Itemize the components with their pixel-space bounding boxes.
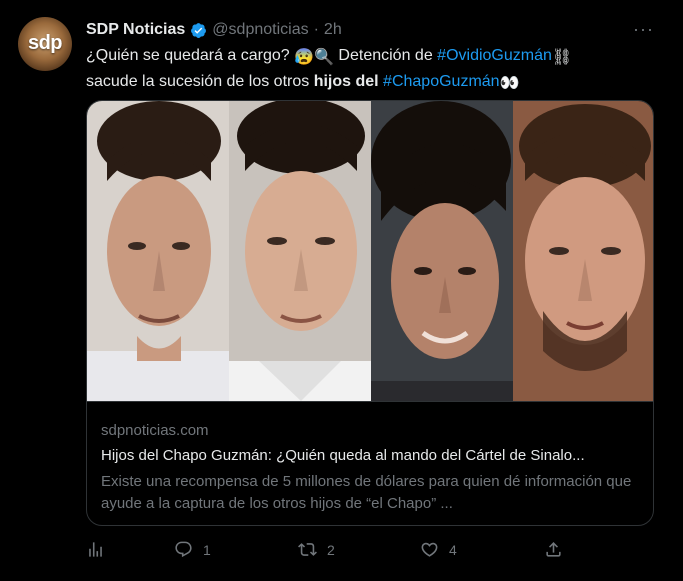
display-name[interactable]: SDP Noticias <box>86 21 185 39</box>
tweet-text-part: Detención de <box>333 47 438 64</box>
retweet-count: 2 <box>327 541 335 558</box>
avatar[interactable]: sdp <box>18 17 72 71</box>
reply-icon <box>175 541 192 558</box>
worried-search-emoji: 😰🔍 <box>294 49 334 66</box>
hashtag-ovidio[interactable]: #OvidioGuzmán <box>437 47 552 64</box>
retweet-button[interactable]: 2 <box>298 540 335 559</box>
retweet-icon <box>298 543 317 556</box>
link-card[interactable]: sdpnoticias.com Hijos del Chapo Guzmán: … <box>86 100 654 526</box>
separator-dot: · <box>313 21 319 38</box>
portrait-4 <box>513 101 653 401</box>
handle[interactable]: @sdpnoticias <box>212 21 308 39</box>
card-title[interactable]: Hijos del Chapo Guzmán: ¿Quién queda al … <box>101 447 641 464</box>
card-description: Existe una recompensa de 5 millones de d… <box>101 473 632 512</box>
avatar-logo: sdp <box>27 32 63 54</box>
chains-emoji: ⛓ <box>551 49 573 66</box>
card-info[interactable]: sdpnoticias.com Hijos del Chapo Guzmán: … <box>87 401 653 525</box>
more-options-icon[interactable]: ··· <box>633 19 654 40</box>
verified-badge-icon <box>191 22 207 38</box>
portrait-2 <box>229 101 371 401</box>
portrait-3 <box>371 101 513 401</box>
tweet-text-part: sacude la sucesión de los otros <box>86 73 314 90</box>
card-image[interactable] <box>87 101 653 401</box>
tweet-header: SDP Noticias @sdpnoticias · 2h <box>86 19 342 41</box>
like-button[interactable]: 4 <box>420 540 457 559</box>
share-icon <box>546 542 561 557</box>
heart-icon <box>421 542 438 557</box>
portrait-1 <box>87 101 229 401</box>
reply-button[interactable]: 1 <box>174 540 211 559</box>
tweet-text: ¿Quién se quedará a cargo? 😰🔍 Detención … <box>86 44 656 96</box>
like-count: 4 <box>449 541 457 558</box>
tweet-bold-text: hijos del <box>313 73 379 90</box>
reply-count: 1 <box>203 541 211 558</box>
timestamp[interactable]: 2h <box>324 21 342 39</box>
tweet-actions: 1 2 4 <box>86 540 606 564</box>
views-button[interactable] <box>86 540 105 559</box>
eyes-emoji: 👀 <box>499 75 520 92</box>
analytics-icon <box>89 542 102 557</box>
hashtag-chapo[interactable]: #ChapoGuzmán <box>383 73 500 90</box>
tweet[interactable]: sdp SDP Noticias @sdpnoticias · 2h ··· ¿… <box>0 0 683 581</box>
card-domain: sdpnoticias.com <box>101 422 209 439</box>
share-button[interactable] <box>544 540 563 559</box>
tweet-text-part: ¿Quién se quedará a cargo? <box>86 47 295 64</box>
